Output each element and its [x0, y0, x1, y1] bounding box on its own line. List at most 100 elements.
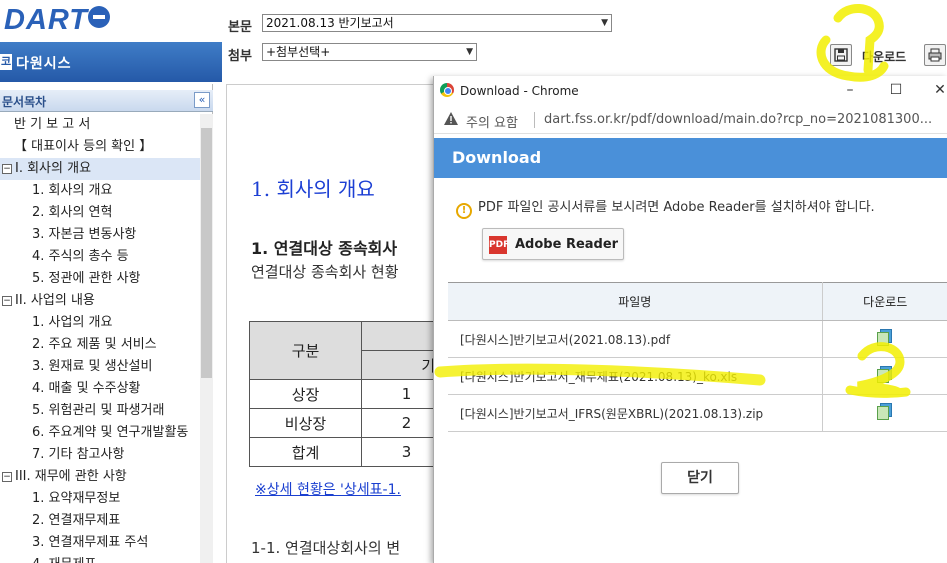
toc-item-label: 반 기 보 고 서 — [14, 117, 91, 132]
logo[interactable]: DART — [0, 0, 222, 40]
toc-item[interactable]: 1. 요약재무정보 — [0, 488, 200, 510]
collapse-sidebar-icon[interactable]: « — [194, 92, 210, 108]
toc-item[interactable]: 4. 매출 및 수주상황 — [0, 378, 200, 400]
close-window-icon[interactable]: ✕ — [930, 80, 947, 100]
adobe-reader-label: Adobe Reader — [515, 237, 619, 252]
file-download-icon — [877, 365, 893, 384]
toc-item-label: 3. 연결재무제표 주석 — [32, 535, 149, 550]
table-cell: 비상장 — [249, 408, 362, 438]
popup-titlebar[interactable]: Download - Chrome – ☐ ✕ — [434, 76, 947, 106]
toc-item-label: 2. 회사의 연혁 — [32, 205, 113, 220]
toc-sidebar: 문서목차 « 반 기 보 고 서 【 대표이사 등의 확인 】 − I. 회사의 개요… — [0, 84, 213, 563]
expand-toggle-icon[interactable]: − — [2, 296, 12, 306]
security-warning: 주의 요함 — [466, 116, 518, 131]
address-bar[interactable]: 주의 요함 dart.fss.or.kr/pdf/download/main.d… — [434, 106, 947, 134]
toc-item[interactable]: 2. 연결재무제표 — [0, 510, 200, 532]
toc-item[interactable]: − III. 재무에 관한 사항 — [0, 466, 200, 488]
table-row: 상장 1 — [249, 379, 452, 409]
toc-item[interactable]: 6. 주요계약 및 연구개발활동 — [0, 422, 200, 444]
doc-subheading: 1-1. 연결대상회사의 변 — [251, 539, 401, 557]
info-icon: ! — [456, 203, 472, 219]
popup-url: dart.fss.or.kr/pdf/download/main.do?rcp_… — [544, 112, 933, 127]
toc-list: 반 기 보 고 서 【 대표이사 등의 확인 】 − I. 회사의 개요 1. 회사의 … — [0, 114, 200, 563]
toc-item-label: 【 대표이사 등의 확인 】 — [14, 139, 153, 154]
toc-item[interactable]: 7. 기타 참고사항 — [0, 444, 200, 466]
file-name: [다원시스]반기보고서(2021.08.13).pdf — [448, 320, 823, 358]
body-select[interactable]: 2021.08.13 반기보고서 ▼ — [262, 14, 612, 32]
close-button[interactable]: 닫기 — [661, 462, 739, 494]
toc-item-label: 5. 위험관리 및 파생거래 — [32, 403, 165, 418]
scrollbar-thumb[interactable] — [201, 128, 212, 378]
save-icon — [830, 44, 852, 66]
toc-item[interactable]: 1. 사업의 개요 — [0, 312, 200, 334]
table-cell: 합계 — [249, 437, 362, 467]
toc-item[interactable]: 반 기 보 고 서 — [0, 114, 200, 136]
company-bar: 코 다원시스 — [0, 42, 222, 82]
toc-item[interactable]: 2. 회사의 연혁 — [0, 202, 200, 224]
chevron-down-icon: ▼ — [466, 47, 473, 57]
toc-item[interactable]: 3. 원재료 및 생산설비 — [0, 356, 200, 378]
header: DART 코 다원시스 본문 2021.08.13 반기보고서 ▼ 첨부 +첨부… — [0, 0, 947, 84]
detail-link[interactable]: ※상세 현황은 '상세표-1. — [255, 479, 401, 499]
doc-heading: 1. 연결대상 종속회사 — [251, 239, 398, 258]
toc-item-label: 2. 연결재무제표 — [32, 513, 121, 528]
toc-item[interactable]: − I. 회사의 개요 — [0, 158, 200, 180]
file-download-icon — [877, 402, 893, 421]
toc-item[interactable]: 5. 위험관리 및 파생거래 — [0, 400, 200, 422]
popup-title: Download - Chrome — [460, 84, 579, 98]
table-row: 합계 3 — [249, 437, 452, 467]
expand-toggle-icon[interactable]: − — [2, 472, 12, 482]
adobe-reader-button[interactable]: PDF Adobe Reader — [482, 228, 624, 260]
toc-item[interactable]: 4. 재무제표 — [0, 554, 200, 563]
attach-select[interactable]: +첨부선택+ ▼ — [262, 43, 477, 61]
attach-label: 첨부 — [228, 49, 252, 64]
dart-logo-icon — [88, 6, 110, 28]
reader-notice: ! PDF 파일인 공시서류를 보시려면 Adobe Reader를 설치하셔야 … — [456, 196, 875, 219]
download-label: 다운로드 — [862, 50, 907, 64]
col-download: 다운로드 — [822, 282, 947, 321]
warning-triangle-icon — [444, 112, 458, 128]
file-download-button[interactable] — [822, 320, 947, 358]
toc-item[interactable]: 1. 회사의 개요 — [0, 180, 200, 202]
toc-item[interactable]: 【 대표이사 등의 확인 】 — [0, 136, 200, 158]
table-row: [다원시스]반기보고서(2021.08.13).pdf — [448, 320, 947, 358]
table-row: [다원시스]반기보고서_IFRS(원문XBRL)(2021.08.13).zip — [448, 394, 947, 432]
sidebar-scrollbar[interactable] — [200, 114, 213, 563]
toc-item-label: 2. 주요 제품 및 서비스 — [32, 337, 157, 352]
banner-title: Download — [452, 148, 542, 167]
maximize-icon[interactable]: ☐ — [886, 80, 906, 100]
toc-item-label: 7. 기타 참고사항 — [32, 447, 125, 462]
toc-item-label: III. 재무에 관한 사항 — [15, 469, 127, 484]
toc-header: 문서목차 « — [0, 90, 213, 112]
chevron-down-icon: ▼ — [601, 18, 608, 28]
attach-select-value: +첨부선택+ — [266, 45, 331, 59]
download-banner: Download — [434, 138, 947, 178]
toc-item[interactable]: 3. 연결재무제표 주석 — [0, 532, 200, 554]
toc-item-label: 4. 매출 및 수주상황 — [32, 381, 141, 396]
toc-item-label: 1. 사업의 개요 — [32, 315, 113, 330]
download-popup-window: Download - Chrome – ☐ ✕ 주의 요함 dart.fss.o… — [433, 76, 947, 563]
minimize-icon[interactable]: – — [840, 80, 860, 100]
dart-logo-text: DART — [4, 4, 89, 36]
toc-item[interactable]: 4. 주식의 총수 등 — [0, 246, 200, 268]
file-download-button[interactable] — [822, 357, 947, 395]
file-download-button[interactable] — [822, 394, 947, 432]
doc-title: 1. 회사의 개요 — [251, 177, 375, 201]
toc-item[interactable]: − II. 사업의 내용 — [0, 290, 200, 312]
toc-item-label: II. 사업의 내용 — [15, 293, 95, 308]
toc-title: 문서목차 — [2, 95, 47, 109]
file-name: [다원시스]반기보고서_IFRS(원문XBRL)(2021.08.13).zip — [448, 394, 823, 432]
toc-item-label: 5. 정관에 관한 사항 — [32, 271, 141, 286]
expand-toggle-icon[interactable]: − — [2, 164, 12, 174]
company-icon: 코 — [0, 54, 12, 70]
subsidiary-table: 구분 기초 상장 1 비상장 2 합계 3 — [249, 321, 452, 467]
chrome-icon — [440, 83, 454, 97]
dart-viewer-page: DART 코 다원시스 본문 2021.08.13 반기보고서 ▼ 첨부 +첨부… — [0, 0, 947, 563]
print-button[interactable] — [924, 44, 946, 66]
pdf-icon: PDF — [489, 236, 509, 254]
toc-item[interactable]: 2. 주요 제품 및 서비스 — [0, 334, 200, 356]
toc-item[interactable]: 5. 정관에 관한 사항 — [0, 268, 200, 290]
toc-item[interactable]: 3. 자본금 변동사항 — [0, 224, 200, 246]
toc-item-label: 3. 원재료 및 생산설비 — [32, 359, 153, 374]
table-row: [다원시스]반기보고서_재무제표(2021.08.13)_ko.xls — [448, 357, 947, 395]
